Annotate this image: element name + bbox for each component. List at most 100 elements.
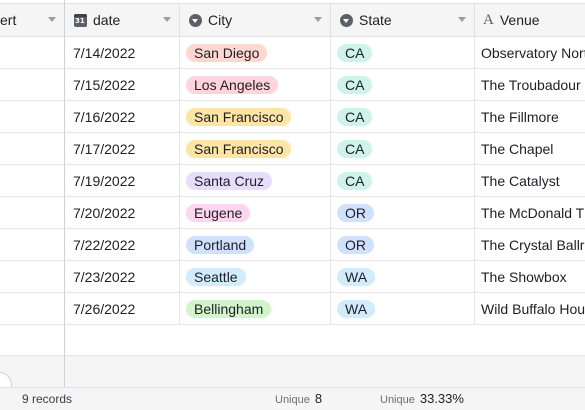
first-cell[interactable] [0, 165, 65, 196]
date-cell[interactable]: 7/23/2022 [65, 261, 180, 292]
state-cell[interactable]: OR [331, 197, 475, 228]
venue-cell[interactable]: The Catalyst [475, 165, 585, 196]
venue-cell[interactable]: Observatory North Park [475, 37, 585, 68]
state-cell[interactable]: CA [331, 165, 475, 196]
frozen-column-divider[interactable] [64, 0, 65, 387]
city-summary-value: 8 [314, 391, 323, 406]
table-row[interactable]: 7/23/2022 Seattle WA The Showbox [0, 261, 585, 293]
first-cell[interactable] [0, 133, 65, 164]
date-value: 7/15/2022 [73, 76, 136, 93]
state-cell[interactable]: CA [331, 37, 475, 68]
column-header-state-label: State [359, 12, 392, 28]
venue-value: The Fillmore [481, 108, 559, 125]
venue-cell[interactable]: Wild Buffalo House of Music [475, 293, 585, 324]
first-cell[interactable] [0, 229, 65, 260]
chevron-down-icon[interactable] [163, 17, 171, 22]
table-row[interactable]: 7/14/2022 San Diego CA Observatory North Pa… [0, 37, 585, 69]
state-pill: CA [337, 139, 373, 158]
city-cell[interactable]: San Diego [180, 37, 331, 68]
first-cell[interactable] [0, 101, 65, 132]
date-value: 7/17/2022 [73, 140, 136, 157]
column-header-first[interactable]: ert [0, 4, 65, 36]
venue-cell[interactable]: The Fillmore [475, 101, 585, 132]
column-header-state[interactable]: State [331, 4, 475, 36]
first-cell[interactable] [0, 37, 65, 68]
date-cell[interactable]: 7/26/2022 [65, 293, 180, 324]
state-summary-value: 33.33% [419, 391, 464, 406]
city-cell[interactable]: Bellingham [180, 293, 331, 324]
state-cell[interactable]: OR [331, 229, 475, 260]
empty-row-area[interactable] [0, 355, 585, 387]
state-pill: OR [337, 235, 374, 254]
table-row[interactable]: 7/26/2022 Bellingham WA Wild Buffalo House … [0, 293, 585, 325]
venue-cell[interactable]: The Troubadour [475, 69, 585, 100]
state-pill: WA [337, 267, 376, 286]
column-header-first-label: ert [0, 12, 17, 28]
date-value: 7/26/2022 [73, 300, 136, 317]
chevron-down-icon[interactable] [48, 17, 56, 22]
column-header-row: ert date City State A Venue [0, 3, 585, 37]
chevron-down-icon[interactable] [314, 17, 322, 22]
first-cell[interactable] [0, 261, 65, 292]
venue-cell[interactable]: The Chapel [475, 133, 585, 164]
city-cell[interactable]: Seattle [180, 261, 331, 292]
table-row[interactable]: 7/20/2022 Eugene OR The McDonald Theatre [0, 197, 585, 229]
venue-cell[interactable]: The Crystal Ballroom [475, 229, 585, 260]
text-field-icon: A [483, 11, 494, 28]
first-cell[interactable] [0, 293, 65, 324]
city-cell[interactable]: Los Angeles [180, 69, 331, 100]
city-pill: Bellingham [186, 299, 272, 318]
date-cell[interactable]: 7/19/2022 [65, 165, 180, 196]
column-header-venue[interactable]: A Venue [475, 4, 585, 36]
city-summary[interactable]: Unique 8 [275, 391, 322, 406]
state-cell[interactable]: WA [331, 261, 475, 292]
table-row[interactable]: 7/22/2022 Portland OR The Crystal Ballroom [0, 229, 585, 261]
single-select-icon [340, 13, 353, 27]
venue-value: Wild Buffalo House of Music [481, 300, 585, 317]
city-pill: Santa Cruz [186, 171, 273, 190]
column-header-city[interactable]: City [180, 4, 331, 36]
state-pill: CA [337, 43, 373, 62]
chevron-down-icon[interactable] [458, 17, 466, 22]
date-cell[interactable]: 7/16/2022 [65, 101, 180, 132]
city-cell[interactable]: San Francisco [180, 101, 331, 132]
first-cell[interactable] [0, 69, 65, 100]
state-pill: CA [337, 171, 373, 190]
first-cell[interactable] [0, 197, 65, 228]
city-cell[interactable]: San Francisco [180, 133, 331, 164]
date-value: 7/22/2022 [73, 236, 136, 253]
table-row[interactable]: 7/17/2022 San Francisco CA The Chapel [0, 133, 585, 165]
venue-cell[interactable]: The Showbox [475, 261, 585, 292]
venue-value: The Troubadour [481, 76, 581, 93]
state-cell[interactable]: CA [331, 101, 475, 132]
date-value: 7/14/2022 [73, 44, 136, 61]
date-cell[interactable]: 7/15/2022 [65, 69, 180, 100]
date-cell[interactable]: 7/22/2022 [65, 229, 180, 260]
column-header-venue-label: Venue [499, 12, 540, 28]
state-summary[interactable]: Unique 33.33% [380, 391, 464, 406]
state-pill: CA [337, 75, 373, 94]
table-row[interactable]: 7/16/2022 San Francisco CA The Fillmore [0, 101, 585, 133]
date-value: 7/19/2022 [73, 172, 136, 189]
summary-bar: 9 records Unique 8 Unique 33.33% [0, 387, 585, 410]
table-row[interactable]: 7/19/2022 Santa Cruz CA The Catalyst [0, 165, 585, 197]
date-value: 7/16/2022 [73, 108, 136, 125]
column-header-city-label: City [208, 12, 233, 28]
date-cell[interactable]: 7/14/2022 [65, 37, 180, 68]
state-cell[interactable]: CA [331, 69, 475, 100]
column-header-date-label: date [93, 12, 121, 28]
state-cell[interactable]: WA [331, 293, 475, 324]
date-cell[interactable]: 7/17/2022 [65, 133, 180, 164]
city-pill: San Francisco [186, 107, 292, 126]
city-pill: Seattle [186, 267, 246, 286]
venue-value: The McDonald Theatre [481, 204, 585, 221]
city-cell[interactable]: Eugene [180, 197, 331, 228]
city-cell[interactable]: Portland [180, 229, 331, 260]
column-header-date[interactable]: date [65, 4, 180, 36]
venue-cell[interactable]: The McDonald Theatre [475, 197, 585, 228]
date-cell[interactable]: 7/20/2022 [65, 197, 180, 228]
city-pill: San Diego [186, 43, 268, 62]
state-cell[interactable]: CA [331, 133, 475, 164]
city-cell[interactable]: Santa Cruz [180, 165, 331, 196]
table-row[interactable]: 7/15/2022 Los Angeles CA The Troubadour [0, 69, 585, 101]
